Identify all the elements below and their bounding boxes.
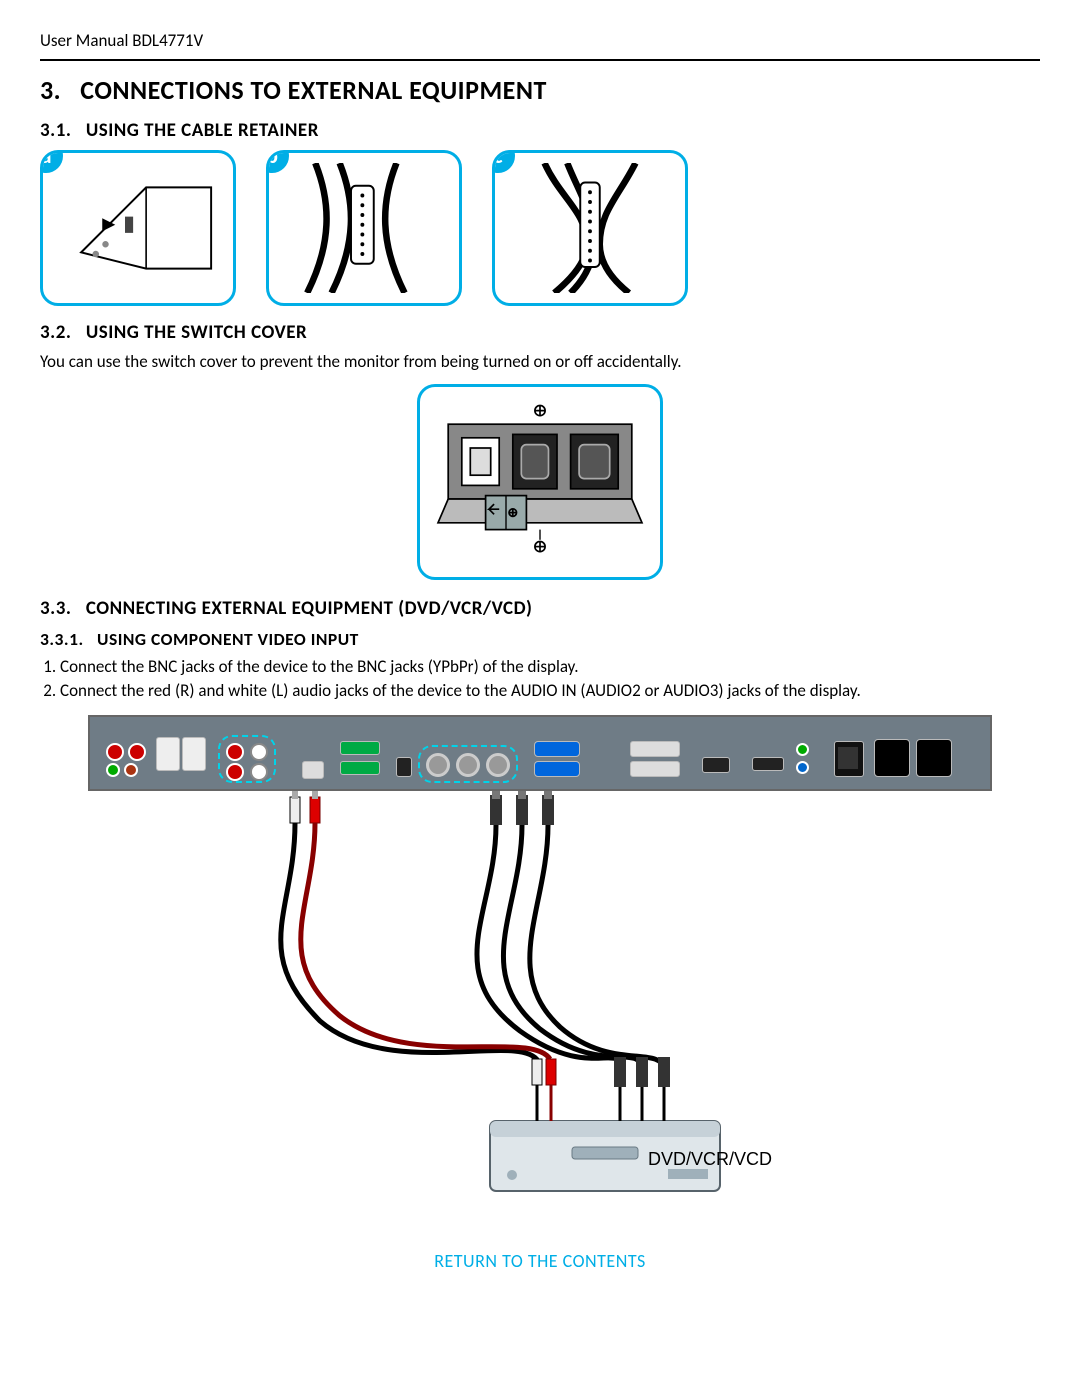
section-3-1-heading: 3.1. USING THE CABLE RETAINER <box>40 118 1040 144</box>
return-to-contents-link[interactable]: RETURN TO THE CONTENTS <box>40 1249 1040 1273</box>
section-3-3-1-heading: 3.3.1. USING COMPONENT VIDEO INPUT <box>40 628 1040 652</box>
doc-title: User Manual BDL4771V <box>40 30 203 51</box>
step-2: Connect the red (R) and white (L) audio … <box>60 680 1040 703</box>
return-to-contents-text[interactable]: RETURN TO THE CONTENTS <box>434 1250 646 1272</box>
wiring-diagram: DVD/VCR/VCD <box>88 791 992 1221</box>
device-label: DVD/VCR/VCD <box>648 1147 772 1171</box>
section-3-1-num: 3.1. <box>40 119 71 142</box>
section-3-2-num: 3.2. <box>40 321 71 344</box>
rear-panel-diagram <box>88 715 992 791</box>
section-3-3-1-steps: Connect the BNC jacks of the device to t… <box>40 656 1040 704</box>
section-3-3-1-num: 3.3.1. <box>40 628 84 650</box>
section-3-heading: 3. CONNECTIONS TO EXTERNAL EQUIPMENT <box>40 73 1040 108</box>
diagram-c: c <box>492 150 688 306</box>
cable-retainer-diagrams: a b c <box>40 150 1040 306</box>
diagram-a: a <box>40 150 236 306</box>
section-3-3-1-title: USING COMPONENT VIDEO INPUT <box>97 628 359 650</box>
section-3-num: 3. <box>40 74 61 106</box>
diagram-b: b <box>266 150 462 306</box>
section-3-2-heading: 3.2. USING THE SWITCH COVER <box>40 320 1040 346</box>
step-1: Connect the BNC jacks of the device to t… <box>60 656 1040 679</box>
section-3-2-title: USING THE SWITCH COVER <box>86 321 307 344</box>
section-3-3-heading: 3.3. CONNECTING EXTERNAL EQUIPMENT (DVD/… <box>40 596 1040 622</box>
switch-cover-illustration <box>430 397 650 567</box>
audio-in-highlight <box>218 735 276 783</box>
page-header: User Manual BDL4771V <box>40 30 1040 61</box>
diagram-b-illustration <box>279 163 449 293</box>
diagram-c-illustration <box>505 163 675 293</box>
section-3-1-title: USING THE CABLE RETAINER <box>86 119 319 142</box>
section-3-3-num: 3.3. <box>40 597 71 620</box>
wiring-illustration <box>190 791 890 1221</box>
bnc-highlight <box>418 745 518 783</box>
switch-cover-diagram <box>417 384 663 580</box>
section-3-title: CONNECTIONS TO EXTERNAL EQUIPMENT <box>80 74 547 106</box>
section-3-3-title: CONNECTING EXTERNAL EQUIPMENT (DVD/VCR/V… <box>86 597 533 620</box>
diagram-a-illustration <box>53 163 223 293</box>
section-3-2-body: You can use the switch cover to prevent … <box>40 351 1040 374</box>
